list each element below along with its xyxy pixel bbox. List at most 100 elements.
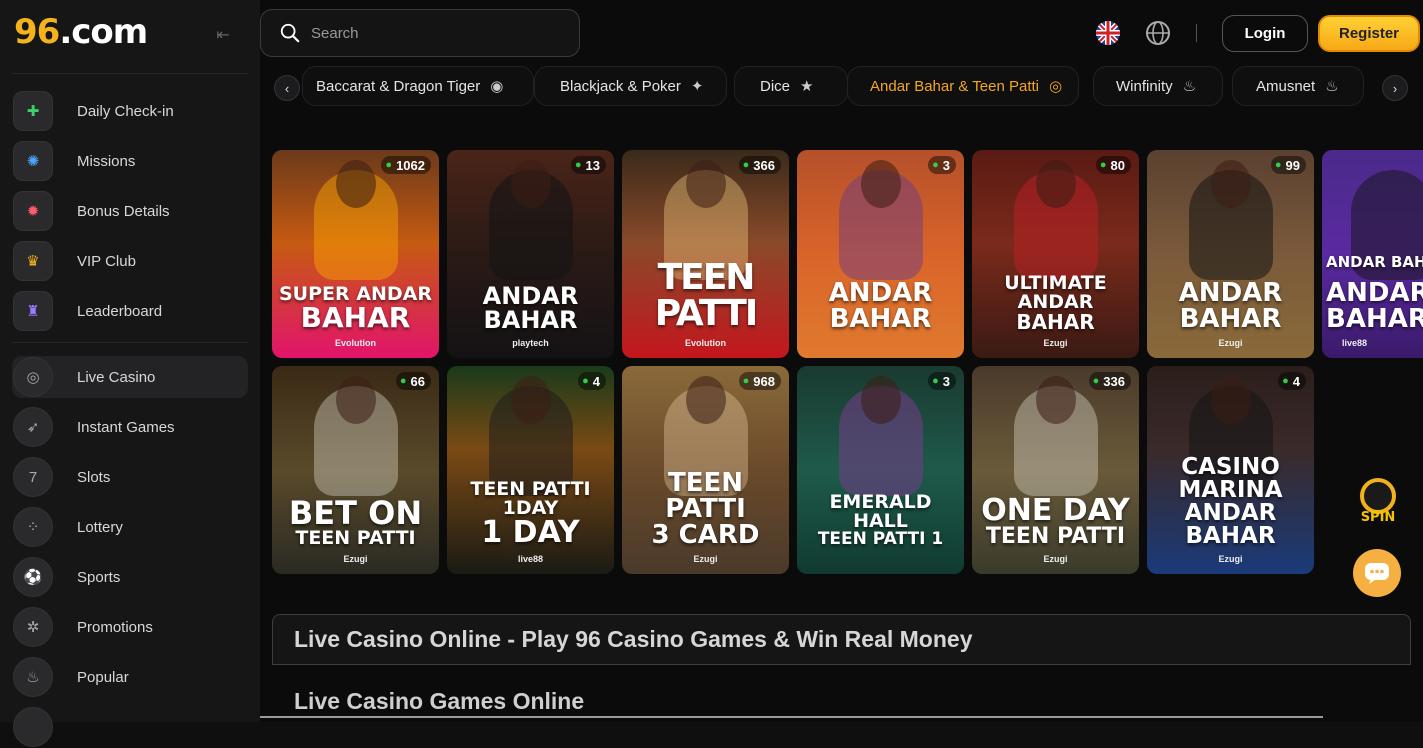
- game-tile[interactable]: ● 366 TEEN PATTI Evolution: [622, 150, 789, 358]
- game-tile[interactable]: ● 13 ANDAR BAHAR playtech: [447, 150, 614, 358]
- search-icon: [280, 23, 300, 43]
- category-label: Andar Bahar & Teen Patti: [870, 77, 1039, 95]
- sidebar-item-label: Popular: [77, 668, 129, 686]
- sidebar-item-bonus-details[interactable]: ✹ Bonus Details: [12, 190, 248, 232]
- search-bar[interactable]: [260, 9, 580, 57]
- register-button[interactable]: Register: [1318, 15, 1420, 52]
- sidebar-item-missions[interactable]: ✺ Missions: [12, 140, 248, 182]
- player-count-badge: ● 4: [1278, 372, 1306, 390]
- game-tile[interactable]: ● 336 ONE DAY TEEN PATTI Ezugi: [972, 366, 1139, 574]
- chevron-left-icon[interactable]: ‹: [274, 75, 300, 101]
- sidebar-item-label: Sports: [77, 568, 121, 586]
- more-icon: [13, 707, 53, 747]
- lottery-icon: ⁘: [13, 507, 53, 547]
- provider-label: live88: [517, 554, 544, 564]
- game-tile[interactable]: ● 80 ULTIMATE ANDAR BAHAR Ezugi: [972, 150, 1139, 358]
- sidebar-item-leaderboard[interactable]: ♜ Leaderboard: [12, 290, 248, 332]
- game-tile[interactable]: ● 968 TEEN PATTI 3 CARD Ezugi: [622, 366, 789, 574]
- flame-icon: ♨: [1182, 78, 1197, 95]
- sidebar-item-more[interactable]: [12, 706, 248, 748]
- dealer-head: [860, 376, 901, 424]
- player-icon: ●: [574, 159, 582, 171]
- sidebar-item-promotions[interactable]: ✲ Promotions: [12, 606, 248, 648]
- category-bar: ‹ Baccarat & Dragon Tiger ◉ Blackjack & P…: [272, 66, 1423, 108]
- game-tile[interactable]: ANDAR BAHARANDAR BAHAR live88: [1322, 150, 1423, 358]
- uk-flag-icon[interactable]: [1096, 21, 1120, 45]
- dealer-head: [860, 160, 901, 208]
- player-count-badge: ● 99: [1270, 156, 1306, 174]
- dealer-head: [1210, 160, 1251, 208]
- sidebar-item-sports[interactable]: ⚽ Sports: [12, 556, 248, 598]
- sidebar-item-label: VIP Club: [77, 252, 136, 270]
- player-count-badge: ● 366: [738, 156, 781, 174]
- game-tile[interactable]: ● 3 ANDAR BAHAR: [797, 150, 964, 358]
- player-icon: ●: [1099, 159, 1107, 171]
- game-title: ANDAR BAHARANDAR BAHAR: [1326, 253, 1423, 334]
- provider-label: Evolution: [335, 338, 376, 348]
- flame-icon: ♨: [13, 657, 53, 697]
- sidebar-item-popular[interactable]: ♨ Popular: [12, 656, 248, 698]
- trophy-icon: ♜: [13, 291, 53, 331]
- player-icon: ●: [932, 159, 939, 171]
- player-icon: ●: [582, 375, 589, 387]
- globe-icon[interactable]: [1145, 20, 1171, 46]
- login-button[interactable]: Login: [1222, 15, 1308, 52]
- rocket-icon: ➶: [13, 407, 53, 447]
- player-count-badge: ● 80: [1095, 156, 1131, 174]
- player-icon: ●: [742, 375, 750, 387]
- spin-wheel-widget[interactable]: SPIN: [1354, 478, 1402, 530]
- seo-heading: Live Casino Online - Play 96 Casino Game…: [294, 626, 973, 652]
- player-count-badge: ● 336: [1088, 372, 1131, 390]
- sidebar-item-daily-check-in[interactable]: ✚ Daily Check-in: [12, 90, 248, 132]
- sidebar-item-lottery[interactable]: ⁘ Lottery: [12, 506, 248, 548]
- category-baccarat-dragon-tiger[interactable]: Baccarat & Dragon Tiger ◉: [302, 66, 534, 106]
- provider-label: Ezugi: [693, 554, 718, 564]
- game-tile[interactable]: ● 4 TEEN PATTI 1DAY 1 DAY live88: [447, 366, 614, 574]
- chevron-right-icon[interactable]: ›: [1382, 75, 1408, 101]
- category-andar-bahar-teen-patti[interactable]: Andar Bahar & Teen Patti ◎: [847, 66, 1079, 106]
- game-title: TEEN PATTI 1DAY 1 DAY: [470, 478, 591, 550]
- dealer-head: [335, 376, 376, 424]
- game-title: CASINO MARINA ANDAR BAHAR: [1178, 454, 1283, 549]
- category-dice[interactable]: Dice ★: [734, 66, 848, 106]
- sidebar-item-live-casino[interactable]: ◎ Live Casino: [12, 356, 248, 398]
- dealer-head: [510, 160, 551, 208]
- game-tile[interactable]: ● 1062 SUPER ANDAR BAHAR Evolution: [272, 150, 439, 358]
- spin-wheel-icon: [1360, 478, 1396, 514]
- player-count-badge: ● 66: [395, 372, 431, 390]
- dealer-head: [685, 160, 726, 208]
- game-tile[interactable]: ● 66 BET ON TEEN PATTI Ezugi: [272, 366, 439, 574]
- category-winfinity[interactable]: Winfinity ♨: [1093, 66, 1223, 106]
- category-amusnet[interactable]: Amusnet ♨: [1232, 66, 1364, 106]
- seo-info-box[interactable]: Live Casino Online - Play 96 Casino Game…: [272, 614, 1411, 665]
- dealer-head: [1035, 376, 1076, 424]
- game-tile[interactable]: ● 3 EMERALD HALL TEEN PATTI 1: [797, 366, 964, 574]
- ball-icon: ⚽: [13, 557, 53, 597]
- game-tile[interactable]: ● 4 CASINO MARINA ANDAR BAHAR Ezugi: [1147, 366, 1314, 574]
- gift-icon: ✚: [13, 91, 53, 131]
- sidebar-divider: [12, 342, 248, 343]
- player-count-badge: ● 4: [578, 372, 606, 390]
- game-title: TEEN PATTI: [654, 257, 758, 334]
- category-label: Dice: [760, 77, 791, 95]
- provider-label: live88: [1342, 338, 1368, 348]
- chat-button[interactable]: [1353, 549, 1401, 597]
- sidebar-item-label: Live Casino: [77, 368, 156, 386]
- site-logo[interactable]: 96.com: [14, 12, 148, 52]
- player-count-badge: ● 3: [928, 156, 956, 174]
- category-blackjack-poker[interactable]: Blackjack & Poker ✦: [534, 66, 727, 106]
- andar-bahar-icon: ◎: [1049, 78, 1063, 95]
- star-icon: ★: [800, 78, 814, 95]
- game-tile[interactable]: ● 99 ANDAR BAHAR Ezugi: [1147, 150, 1314, 358]
- provider-label: Evolution: [685, 338, 726, 348]
- dealer-head: [510, 376, 551, 424]
- sidebar-item-label: Bonus Details: [77, 202, 170, 220]
- player-icon: ●: [399, 375, 407, 387]
- provider-label: Ezugi: [1218, 554, 1243, 564]
- collapse-sidebar-icon[interactable]: ⇤: [212, 26, 234, 46]
- sidebar-item-vip-club[interactable]: ♛ VIP Club: [12, 240, 248, 282]
- search-input[interactable]: [311, 24, 551, 42]
- sidebar-item-instant-games[interactable]: ➶ Instant Games: [12, 406, 248, 448]
- game-title: SUPER ANDAR BAHAR: [279, 283, 432, 334]
- sidebar-item-slots[interactable]: 7 Slots: [12, 456, 248, 498]
